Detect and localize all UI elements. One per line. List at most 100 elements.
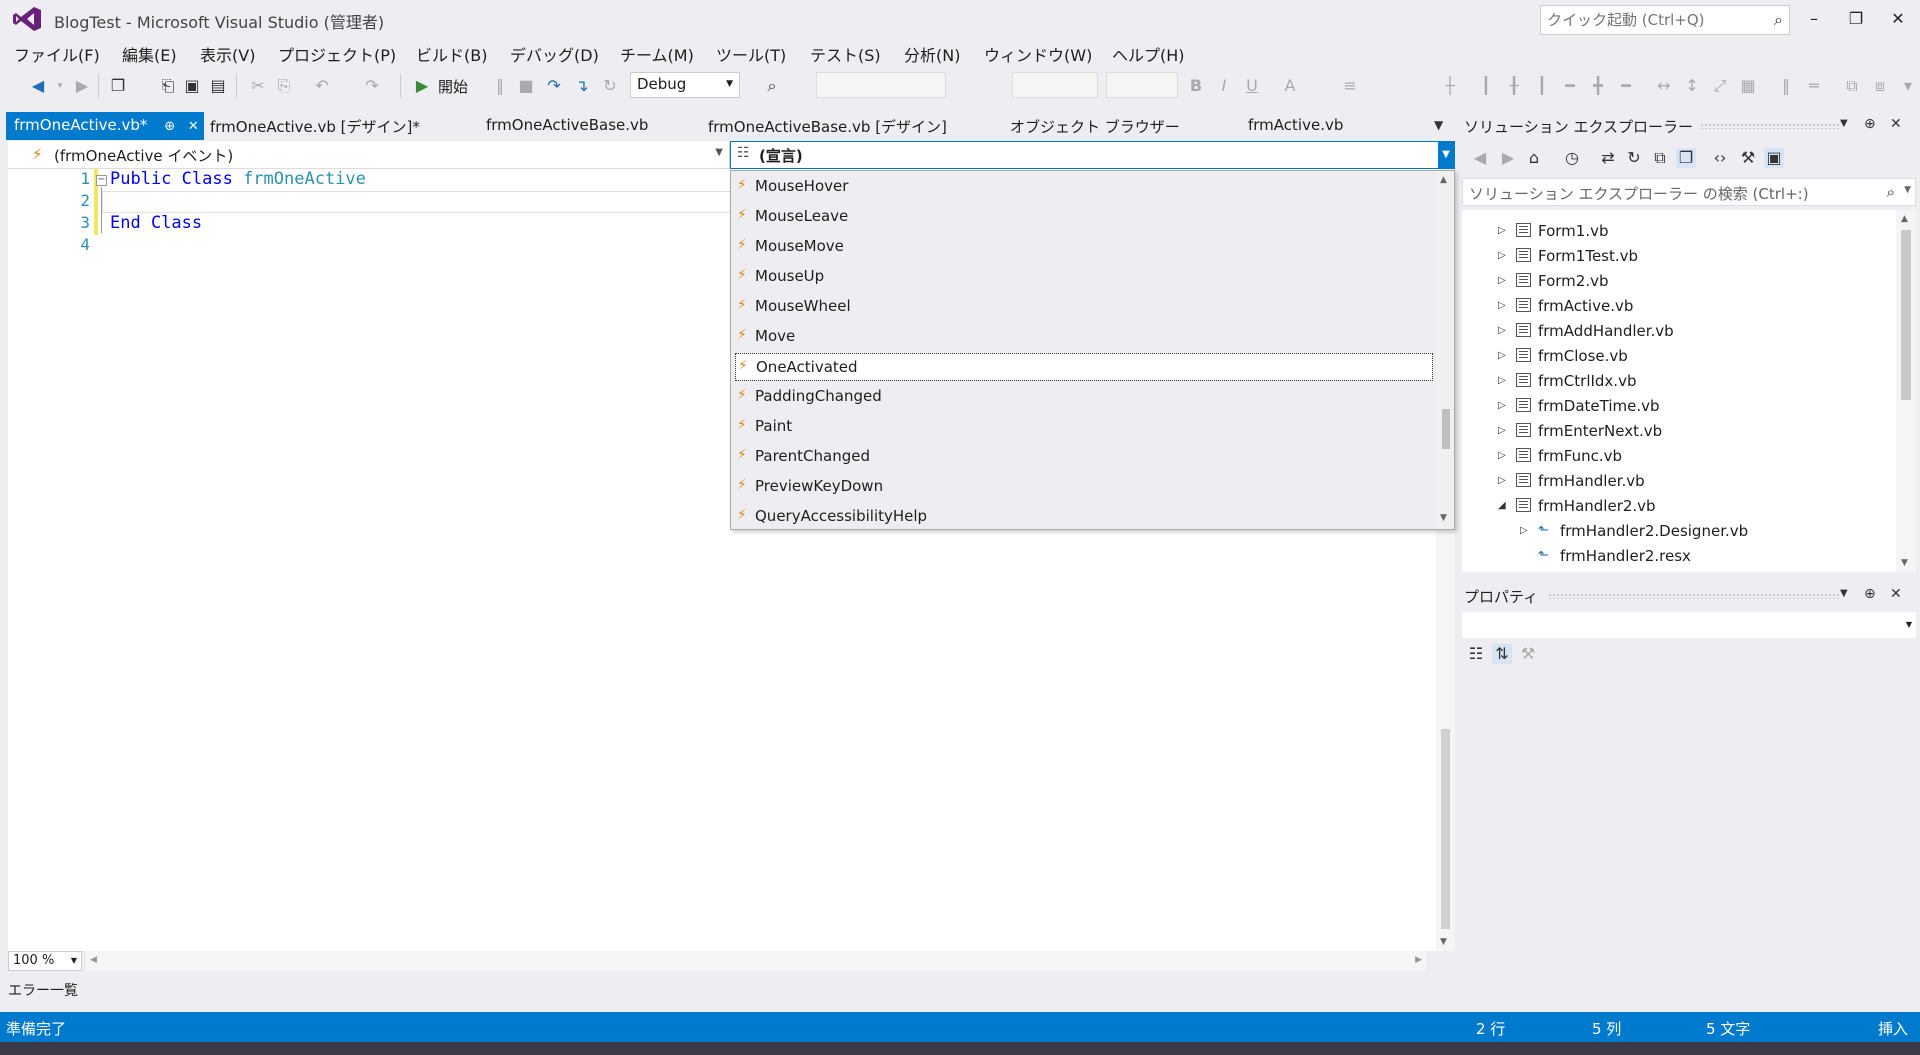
close-window-button[interactable]: ✕ [1880,6,1916,32]
start-debug-button[interactable]: 開始 [438,76,468,97]
object-combo[interactable]: ⚡ (frmOneActive イベント) ▼ [8,141,730,169]
tree-item[interactable]: ▷ frmHandler.vb [1462,470,1892,494]
menu-tools[interactable]: ツール(T) [716,42,786,66]
tab-frmoneactive-vb[interactable]: frmOneActive.vb* ⊕ ✕ [6,112,204,140]
back-icon[interactable]: ◀ [1470,148,1490,168]
tree-item[interactable]: ▷ frmActive.vb [1462,295,1892,319]
step-over-icon[interactable]: ↷ [544,76,564,96]
scroll-up-icon[interactable]: ▲ [1440,175,1447,185]
tab-frmoneactivebase-design[interactable]: frmOneActiveBase.vb [デザイン] [700,112,955,140]
tree-item[interactable]: ▷ Form2.vb [1462,270,1892,294]
close-icon[interactable]: ✕ [188,119,199,134]
pin-icon[interactable]: ⊕ [1864,116,1876,132]
tree-item[interactable]: ▷ Form1.vb [1462,220,1892,244]
expand-arrow-icon[interactable]: ▷ [1498,300,1506,311]
categorized-icon[interactable]: ☷ [1466,644,1486,664]
tree-item[interactable]: ▷ frmAddHandler.vb [1462,320,1892,344]
tab-object-browser[interactable]: オブジェクト ブラウザー [1002,112,1188,140]
code-line-3[interactable]: End Class [110,213,202,233]
alphabetical-icon[interactable]: ⇅ [1492,644,1512,664]
align-middle-icon[interactable]: ╋ [1588,76,1608,96]
list-item[interactable]: ⚡ Paint [735,413,1433,441]
list-item[interactable]: ⚡ MouseUp [735,263,1433,291]
align-top-icon[interactable]: ━ [1560,76,1580,96]
same-height-icon[interactable]: ↕ [1682,76,1702,96]
list-item[interactable]: ⚡ MouseWheel [735,293,1433,321]
back-dropdown-icon[interactable]: ▾ [50,76,70,96]
expand-arrow-icon[interactable]: ▷ [1498,325,1506,336]
tree-item[interactable]: ⬑ frmHandler2.resx [1462,545,1892,569]
member-combo[interactable]: ☷ (宣言) ▼ [730,141,1455,169]
solution-explorer-search[interactable]: ソリューション エクスプローラー の検索 (Ctrl+:) ⌕ ▼ [1462,178,1916,206]
close-icon[interactable]: ✕ [1890,116,1902,132]
start-debug-icon[interactable]: ▶ [412,76,432,96]
list-item[interactable]: ⚡ MouseHover [735,173,1433,201]
underline-icon[interactable]: U [1242,76,1262,96]
align-center-icon[interactable]: ╂ [1504,76,1524,96]
chevron-down-icon[interactable]: ▼ [1438,142,1454,168]
dropdown-scrollbar[interactable]: ▲ ▼ [1436,171,1454,529]
zoom-level-combo[interactable]: 100 % ▼ [8,951,82,971]
undo-icon[interactable]: ↶ [312,76,332,96]
forward-icon[interactable]: ▶ [1498,148,1518,168]
tree-item[interactable]: ▷ ⬑ frmHandler2.Designer.vb [1462,520,1892,544]
list-item[interactable]: ⚡ QueryAccessibilityHelp [735,503,1433,529]
copy-icon[interactable]: ⎘ [274,76,294,96]
save-all-icon[interactable]: ▤ [208,76,228,96]
list-item[interactable]: ⚡ MouseLeave [735,203,1433,231]
menu-analyze[interactable]: 分析(N) [904,42,960,66]
minimize-button[interactable]: – [1796,6,1832,32]
list-item[interactable]: ⚡ MouseMove [735,233,1433,261]
refresh-icon[interactable]: ↻ [1624,148,1644,168]
tree-item[interactable]: ▷ frmClose.vb [1462,345,1892,369]
list-item[interactable]: ⚡ ParentChanged [735,443,1433,471]
collapse-all-icon[interactable]: ⧉ [1650,148,1670,168]
menu-debug[interactable]: デバッグ(D) [510,42,599,66]
stop-icon[interactable]: ■ [516,76,536,96]
back-icon[interactable]: ◀ [28,76,48,96]
tree-item[interactable]: ▷ frmDateTime.vb [1462,395,1892,419]
list-item-selected[interactable]: ⚡ OneActivated [735,353,1433,381]
tree-item[interactable]: ▷ Form1Test.vb [1462,245,1892,269]
restore-button[interactable]: ❐ [1838,6,1874,32]
properties-grid[interactable] [1462,672,1916,972]
expand-arrow-icon[interactable]: ▷ [1498,450,1506,461]
sync-icon[interactable]: ⇄ [1598,148,1618,168]
horizontal-spacing-icon[interactable]: ‖ [1776,76,1796,96]
align-icon[interactable]: ≡ [1340,76,1360,96]
preview-icon[interactable]: ▣ [1764,148,1784,168]
cut-icon[interactable]: ✂ [248,76,268,96]
view-code-icon[interactable]: ‹› [1710,148,1730,168]
home-icon[interactable]: ⌂ [1524,148,1544,168]
tab-frmoneactive-design[interactable]: frmOneActive.vb [デザイン]* [202,112,428,140]
size-to-grid-icon[interactable]: ▦ [1738,76,1758,96]
scroll-thumb[interactable] [1901,230,1911,400]
quick-launch-input[interactable] [1541,6,1751,34]
scroll-down-icon[interactable]: ▼ [1440,937,1447,947]
collapse-icon[interactable]: − [96,175,107,186]
expand-arrow-icon[interactable]: ▷ [1498,475,1506,486]
list-item[interactable]: ⚡ Move [735,323,1433,351]
redo-icon[interactable]: ↷ [362,76,382,96]
bring-to-front-icon[interactable]: ⧉ [1842,76,1862,96]
expand-arrow-icon[interactable]: ▷ [1498,400,1506,411]
scroll-thumb[interactable] [1441,729,1450,929]
expand-arrow-icon[interactable]: ▷ [1498,350,1506,361]
font-size-combo[interactable] [1106,72,1178,98]
font-name-combo[interactable] [1012,72,1098,98]
pause-icon[interactable]: ‖ [490,76,510,96]
align-bottom-icon[interactable]: ━ [1616,76,1636,96]
expanded-arrow-icon[interactable]: ◢ [1498,500,1506,511]
scroll-right-icon[interactable]: ▶ [1415,955,1422,965]
align-right-icon[interactable]: ┃ [1532,76,1552,96]
scroll-down-icon[interactable]: ▼ [1901,558,1908,568]
code-line-1[interactable]: Public Class frmOneActive [110,169,366,189]
forward-icon[interactable]: ▶ [72,76,92,96]
new-project-icon[interactable]: ❐ [108,76,128,96]
save-icon[interactable]: ▣ [182,76,202,96]
pin-icon[interactable]: ⊕ [164,119,175,134]
close-icon[interactable]: ✕ [1890,586,1902,602]
menu-test[interactable]: テスト(S) [810,42,881,66]
tab-frmoneactivebase-vb[interactable]: frmOneActiveBase.vb [478,112,656,140]
error-list-tab[interactable]: エラー一覧 [8,980,78,1000]
